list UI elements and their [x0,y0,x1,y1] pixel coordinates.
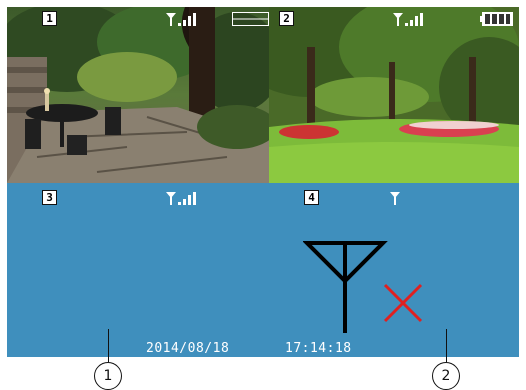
callout-line [108,329,109,362]
camera-monitor-screen: 1 2 3 4 2014/08/18 17:14:18 [7,7,519,357]
antenna-icon [390,192,400,205]
no-signal-antenna-icon [303,241,423,333]
callout-marker: 1 [94,362,122,390]
battery-icon [480,12,513,26]
camera-number-badge: 2 [279,11,294,26]
quad-layout-icon[interactable] [232,12,269,26]
signal-strength-icon [166,192,196,205]
camera-number-badge[interactable]: 4 [304,190,319,205]
time-readout: 17:14:18 [285,341,352,356]
camera-number-badge[interactable]: 3 [42,190,57,205]
camera-feed-2[interactable]: 2 [269,7,519,183]
patio-scene-image [7,7,269,183]
signal-strength-icon [166,13,196,26]
garden-scene-image [269,7,519,183]
signal-strength-icon [393,13,423,26]
date-readout: 2014/08/18 [146,341,230,356]
camera-feed-1[interactable]: 1 [7,7,269,183]
no-video-panel: 3 4 2014/08/18 17:14:18 [7,183,519,357]
callout-line [446,329,447,362]
camera-number-badge: 1 [42,11,57,26]
callout-marker: 2 [432,362,460,390]
